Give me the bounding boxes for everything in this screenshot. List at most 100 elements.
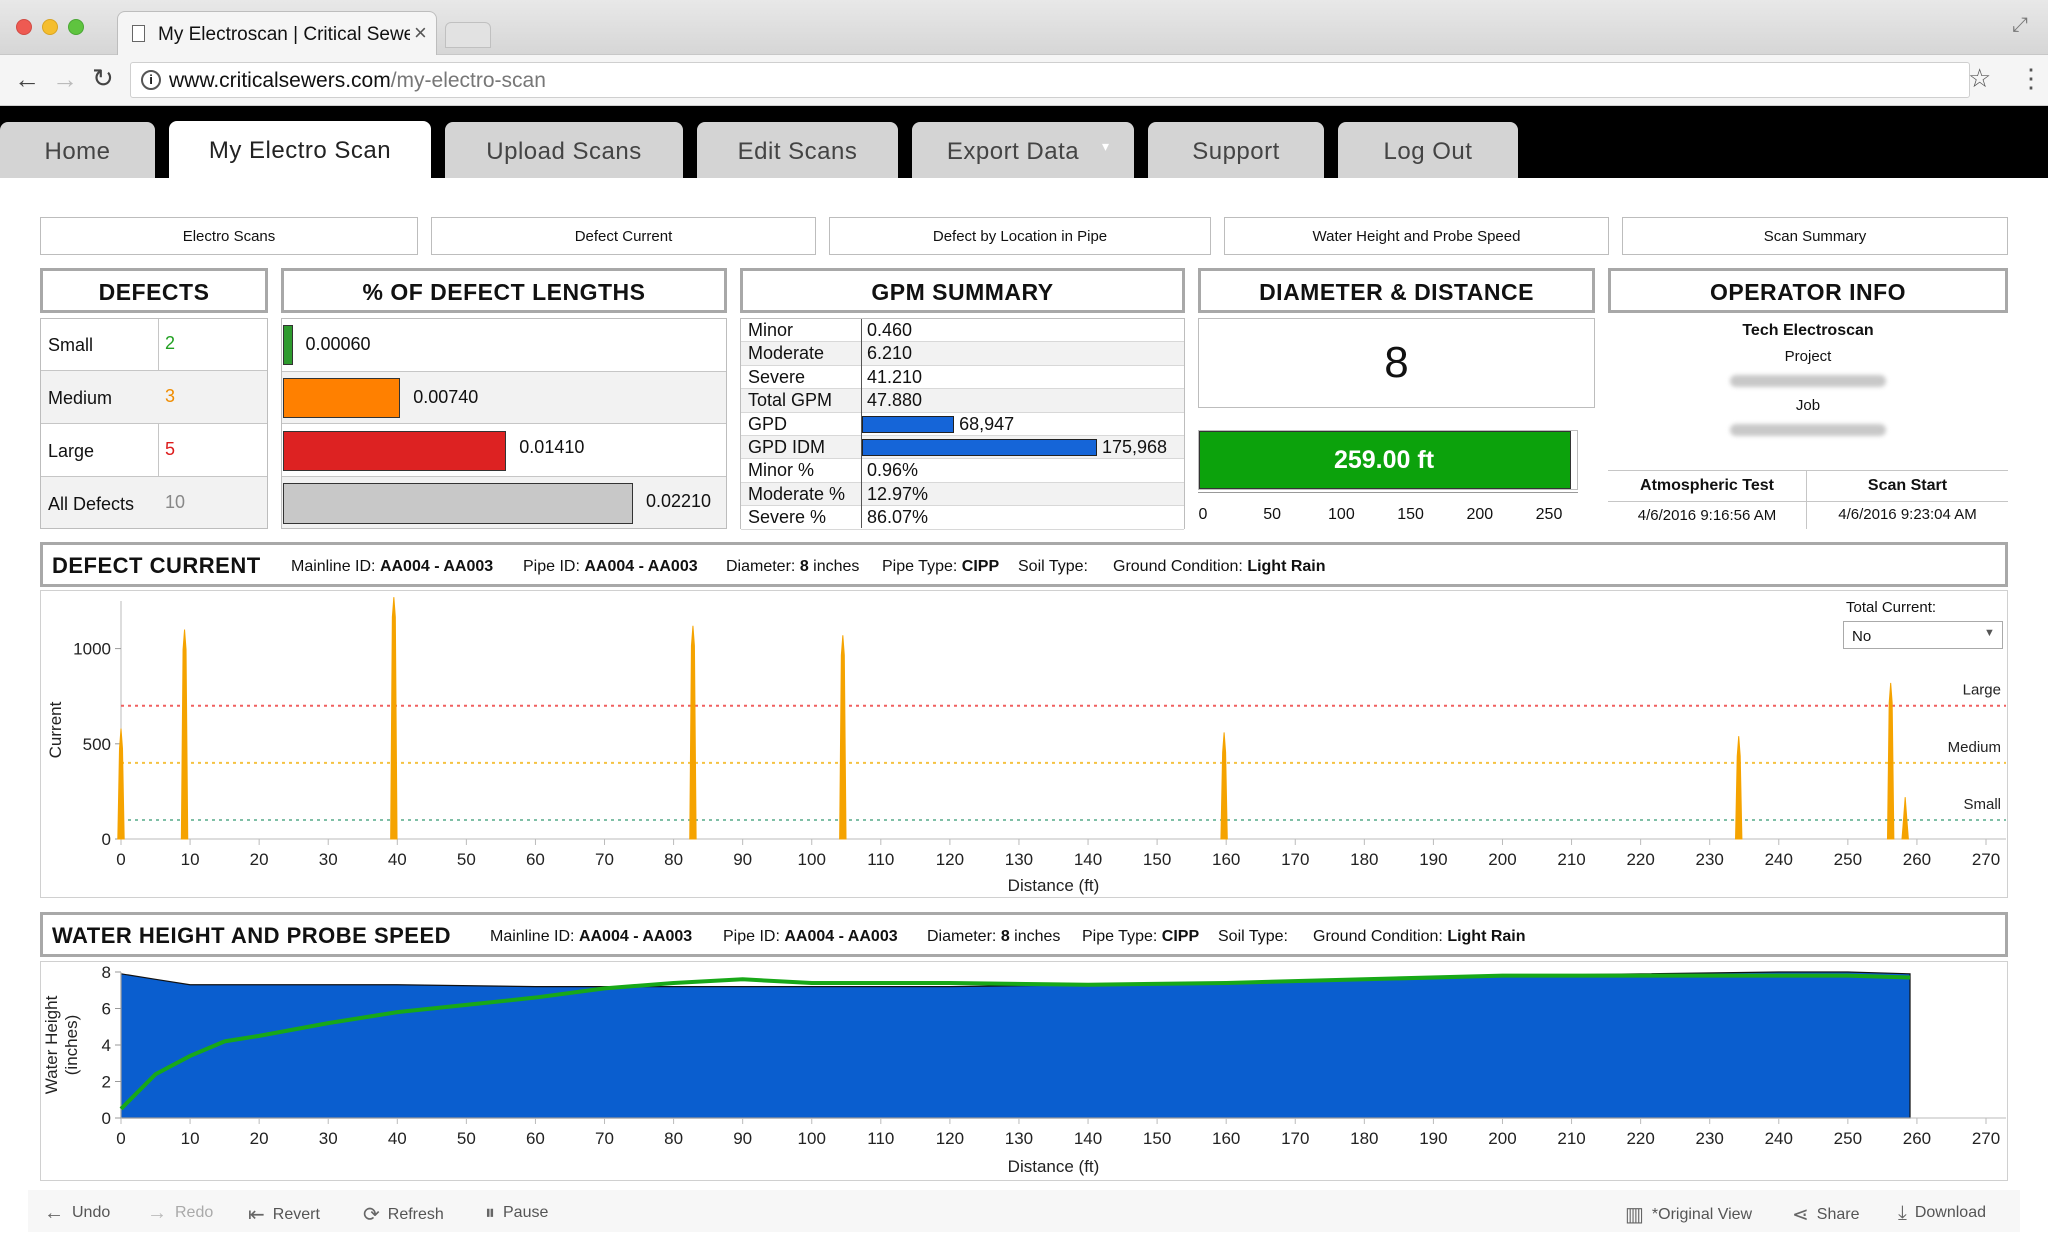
scan-start-label: Scan Start — [1867, 477, 1948, 494]
menu-kebab-icon[interactable]: ⋮ — [2018, 63, 2044, 94]
scan-summary-button[interactable]: Scan Summary — [1622, 217, 2008, 255]
distance-tick-label: 100 — [1328, 506, 1355, 523]
maximize-window-button[interactable] — [68, 19, 84, 35]
x-tick-label: 10 — [181, 850, 200, 869]
nav-tab-home[interactable]: Home — [0, 122, 155, 178]
meta-value: CIPP — [961, 558, 1000, 575]
undo-label: Undo — [72, 1204, 111, 1221]
current-peak — [1220, 732, 1228, 840]
current-peak — [689, 625, 697, 840]
x-tick-label: 60 — [526, 1129, 545, 1148]
x-tick-label: 70 — [595, 850, 614, 869]
x-tick-label: 90 — [733, 850, 752, 869]
info-icon[interactable]: i — [141, 70, 161, 90]
x-tick-label: 190 — [1419, 1129, 1447, 1148]
refresh-button[interactable]: ⟳ Refresh — [363, 1202, 444, 1227]
gpm-label: Severe — [748, 366, 806, 387]
meta-label: Pipe Type: — [1082, 928, 1158, 945]
nav-tab-log-out[interactable]: Log Out — [1338, 122, 1518, 178]
gpm-value: 41.210 — [867, 366, 923, 387]
minimize-window-button[interactable] — [42, 19, 58, 35]
x-tick-label: 150 — [1143, 850, 1171, 869]
browser-tab[interactable]: My Electroscan | Critical Sewers — [117, 11, 437, 55]
defect-by-location-button[interactable]: Defect by Location in Pipe — [829, 217, 1211, 255]
x-tick-label: 190 — [1419, 850, 1447, 869]
meta-value: Light Rain — [1247, 558, 1326, 575]
defect-current-header: DEFECT CURRENT Mainline ID: AA004 - AA00… — [40, 542, 2008, 587]
diameter-value: 8 — [1384, 338, 1409, 387]
x-tick-label: 140 — [1074, 850, 1102, 869]
original-view-button[interactable]: ▥ *Original View — [1625, 1202, 1752, 1227]
section-title: WATER HEIGHT AND PROBE SPEED — [52, 923, 452, 948]
x-tick-label: 160 — [1212, 850, 1240, 869]
pause-icon: ⏸ — [485, 1202, 495, 1224]
x-tick-label: 150 — [1143, 1129, 1171, 1148]
tab-close-icon[interactable]: × — [410, 20, 431, 46]
redo-button[interactable]: → Redo — [147, 1202, 213, 1225]
share-button[interactable]: ⋖ Share — [1792, 1202, 1859, 1227]
refresh-icon: ⟳ — [363, 1204, 380, 1226]
distance-tick-label: 250 — [1535, 506, 1563, 523]
revert-icon: ⇤ — [248, 1204, 265, 1226]
total-current-select[interactable]: No ▼ — [1843, 621, 2003, 649]
nav-tab-label: Support — [1192, 138, 1280, 165]
nav-tab-edit-scans[interactable]: Edit Scans — [697, 122, 898, 178]
water-height-probe-speed-button[interactable]: Water Height and Probe Speed — [1224, 217, 1609, 255]
new-tab-button[interactable] — [445, 22, 491, 48]
meta-value: AA004 - AA003 — [784, 928, 898, 945]
pause-button[interactable]: ⏸ Pause — [485, 1202, 548, 1225]
x-tick-label: 230 — [1696, 1129, 1724, 1148]
gpm-label: Minor % — [748, 460, 815, 481]
bookmark-star-icon[interactable]: ☆ — [1968, 63, 1991, 94]
job-label: Job — [1795, 397, 1821, 414]
diameter-distance-heading: DIAMETER & DISTANCE — [1198, 268, 1595, 313]
defect-label: Small — [48, 335, 94, 355]
revert-label: Revert — [272, 1206, 320, 1223]
nav-tab-label: My Electro Scan — [208, 137, 392, 164]
defect-count: 10 — [165, 492, 186, 512]
defects-row-medium: Medium 3 — [41, 371, 267, 424]
undo-button[interactable]: ← Undo — [44, 1202, 110, 1225]
meta-label: Ground Condition: — [1313, 928, 1443, 945]
x-tick-label: 260 — [1903, 850, 1931, 869]
chevron-down-icon: ▼ — [1984, 627, 1995, 639]
gpm-row: Moderate % 12.97% — [741, 482, 1184, 507]
ground-condition: Ground Condition: Light Rain — [1113, 558, 1326, 576]
nav-tab-export-data[interactable]: Export Data ▾ — [912, 122, 1134, 178]
gpm-label: Total GPM — [748, 390, 833, 411]
url-input[interactable]: i www.criticalsewers.com/my-electro-scan — [130, 62, 1970, 98]
defects-table: Small 2 Medium 3 Large 5 All Defects 10 — [40, 318, 268, 529]
nav-tab-my-electro-scan[interactable]: My Electro Scan — [169, 121, 431, 178]
length-value-small: 0.00060 — [305, 334, 371, 354]
y-tick-label: 2 — [102, 1073, 111, 1092]
gpm-row: Moderate 6.210 — [741, 342, 1184, 366]
meta-value: Light Rain — [1447, 928, 1526, 945]
electro-scans-button[interactable]: Electro Scans — [40, 217, 418, 255]
x-tick-label: 120 — [936, 850, 964, 869]
defect-count: 3 — [165, 386, 176, 406]
operator-dates-table: Atmospheric Test Scan Start 4/6/2016 9:1… — [1608, 470, 2008, 529]
meta-unit: inches — [813, 558, 860, 575]
gpm-label: Minor — [748, 320, 794, 340]
revert-button[interactable]: ⇤ Revert — [248, 1202, 320, 1227]
reload-icon[interactable]: ↻ — [92, 63, 114, 94]
defect-current-button[interactable]: Defect Current — [431, 217, 816, 255]
site-navigation: Home My Electro Scan Upload Scans Edit S… — [0, 106, 2048, 178]
x-tick-label: 260 — [1903, 1129, 1931, 1148]
download-button[interactable]: ⤓ Download — [1898, 1202, 1986, 1225]
defect-lengths-heading: % OF DEFECT LENGTHS — [281, 268, 727, 313]
gpm-value: 47.880 — [867, 390, 923, 411]
forward-icon[interactable]: → — [52, 64, 78, 95]
back-icon[interactable]: ← — [14, 64, 40, 95]
close-window-button[interactable] — [16, 19, 32, 35]
nav-tab-support[interactable]: Support — [1148, 122, 1324, 178]
nav-tab-label: Export Data — [946, 138, 1080, 165]
gpm-bar — [862, 439, 1097, 456]
fullscreen-icon[interactable]: ⤢ — [2012, 14, 2028, 37]
x-tick-label: 200 — [1488, 1129, 1516, 1148]
nav-tab-upload-scans[interactable]: Upload Scans — [445, 122, 683, 178]
x-tick-label: 70 — [595, 1129, 614, 1148]
current-peak — [117, 728, 125, 840]
gpm-label: GPD IDM — [748, 437, 826, 457]
gpm-row: Severe % 86.07% — [741, 506, 1184, 530]
